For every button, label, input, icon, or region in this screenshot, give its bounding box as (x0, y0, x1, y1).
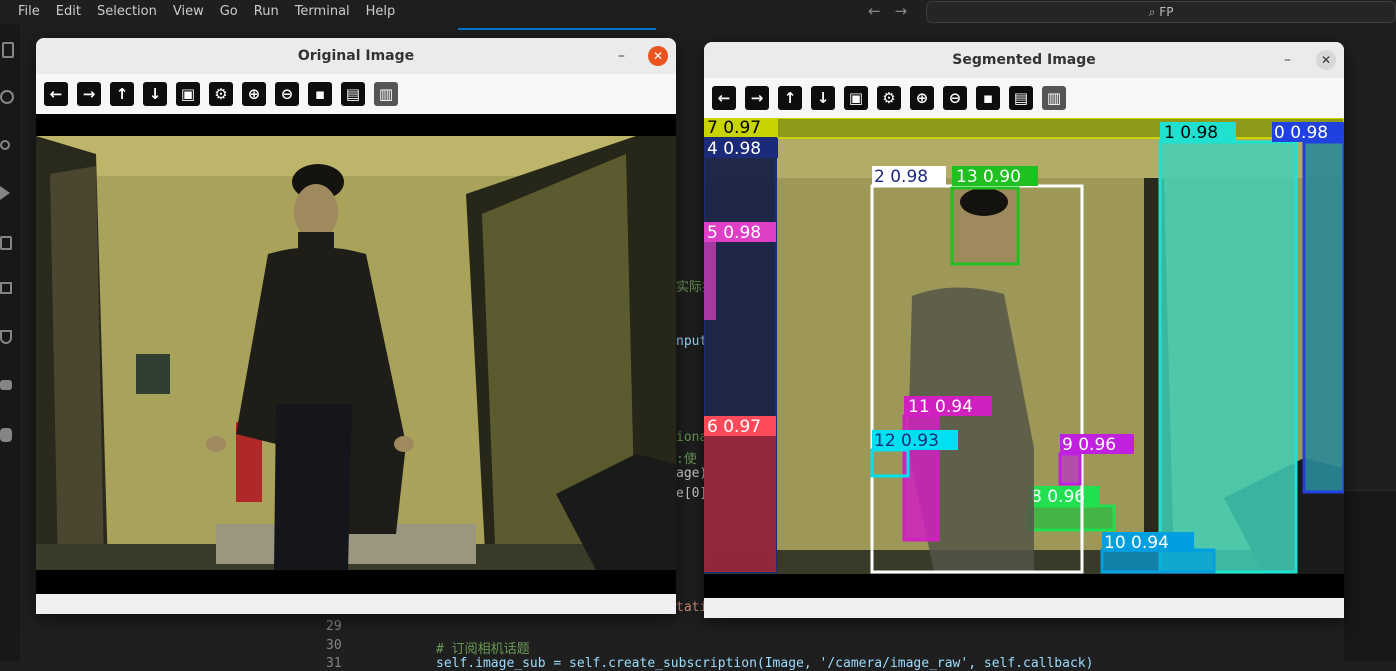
code-snippet: nput (676, 334, 708, 349)
menu-file[interactable]: File (0, 0, 48, 24)
search-sidebar-icon[interactable] (0, 90, 14, 104)
minimize-icon[interactable]: – (618, 48, 625, 64)
detection-label: 13 0.90 (956, 167, 1021, 187)
segmented-status-strip (704, 598, 1344, 618)
testing-icon[interactable] (0, 330, 12, 344)
clipboard-icon[interactable]: ▤ (341, 82, 365, 106)
nav-arrows: ← → (868, 2, 907, 20)
properties-icon[interactable]: ▥ (1042, 86, 1066, 110)
original-status-strip (36, 594, 676, 614)
segmented-image: 7 0.97 4 0.98 5 0.98 6 0.97 1 0.98 0 0.9… (704, 117, 1344, 598)
menu-help[interactable]: Help (358, 0, 404, 24)
code-snippet: e[0] (676, 486, 708, 501)
clipboard-icon[interactable]: ▤ (1009, 86, 1033, 110)
line-number: 31 (326, 656, 342, 671)
original-image-canvas (36, 114, 676, 594)
menu-go[interactable]: Go (212, 0, 246, 24)
properties-icon[interactable]: ▥ (374, 82, 398, 106)
detection-label: 7 0.97 (707, 118, 761, 138)
segmented-window-toolbar: ← → ↑ ↓ ▣ ⚙ ⊕ ⊖ ▪ ▤ ▥ (704, 78, 1344, 118)
detection-label: 10 0.94 (1104, 533, 1169, 553)
code-line: self.image_sub = self.create_subscriptio… (436, 656, 1094, 671)
activity-bar (0, 24, 20, 662)
image-icon[interactable]: ▣ (176, 82, 200, 106)
original-window-toolbar: ← → ↑ ↓ ▣ ⚙ ⊕ ⊖ ▪ ▤ ▥ (36, 74, 676, 114)
arrow-down-icon[interactable]: ↓ (811, 86, 835, 110)
segmented-window-title: Segmented Image (952, 52, 1096, 68)
menu-edit[interactable]: Edit (48, 0, 89, 24)
arrow-left-icon[interactable]: ← (712, 86, 736, 110)
save-icon[interactable]: ▪ (308, 82, 332, 106)
explorer-icon[interactable] (2, 42, 14, 58)
detection-label: 0 0.98 (1274, 123, 1328, 143)
remote-icon[interactable] (0, 236, 12, 250)
source-control-icon[interactable] (0, 140, 10, 150)
menu-terminal[interactable]: Terminal (287, 0, 358, 24)
original-image-window: Original Image – ✕ ← → ↑ ↓ ▣ ⚙ ⊕ ⊖ ▪ ▤ ▥ (36, 38, 676, 614)
close-icon[interactable]: ✕ (1316, 50, 1336, 70)
code-snippet: iona (676, 430, 708, 445)
code-comment: # 订阅相机话题 (436, 642, 530, 657)
detection-label: 12 0.93 (874, 431, 939, 451)
extensions-icon[interactable] (0, 282, 12, 294)
zoom-in-icon[interactable]: ⊕ (910, 86, 934, 110)
arrow-down-icon[interactable]: ↓ (143, 82, 167, 106)
image-settings-icon[interactable]: ⚙ (877, 86, 901, 110)
original-window-title: Original Image (297, 48, 415, 64)
line-number: 30 (326, 638, 342, 653)
side-panel (1344, 490, 1396, 662)
detection-label: 4 0.98 (707, 139, 761, 159)
command-center-search[interactable]: ⌕ FP (926, 1, 1396, 23)
detection-label: 9 0.96 (1062, 435, 1116, 455)
code-snippet: :使 (676, 452, 697, 467)
detection-label: 1 0.98 (1164, 123, 1218, 143)
code-snippet: age) (676, 466, 708, 481)
code-snippet: tati (676, 600, 708, 615)
segmented-window-titlebar[interactable]: Segmented Image – ✕ (704, 42, 1344, 78)
python-icon[interactable] (0, 428, 12, 442)
arrow-up-icon[interactable]: ↑ (778, 86, 802, 110)
zoom-in-icon[interactable]: ⊕ (242, 82, 266, 106)
menu-run[interactable]: Run (246, 0, 287, 24)
menu-view[interactable]: View (165, 0, 212, 24)
nav-forward-icon[interactable]: → (895, 2, 908, 20)
detection-label: 5 0.98 (707, 223, 761, 243)
minimize-icon[interactable]: – (1284, 52, 1291, 68)
close-icon[interactable]: ✕ (648, 46, 668, 66)
active-tab-indicator (458, 28, 656, 30)
zoom-out-icon[interactable]: ⊖ (275, 82, 299, 106)
menu-selection[interactable]: Selection (89, 0, 165, 24)
search-text: FP (1159, 5, 1174, 19)
line-number: 29 (326, 619, 342, 634)
detection-label: 8 0.96 (1031, 487, 1085, 507)
arrow-up-icon[interactable]: ↑ (110, 82, 134, 106)
image-icon[interactable]: ▣ (844, 86, 868, 110)
run-debug-icon[interactable] (0, 186, 10, 200)
detection-label: 6 0.97 (707, 417, 761, 437)
original-window-titlebar[interactable]: Original Image – ✕ (36, 38, 676, 74)
docker-icon[interactable] (0, 380, 12, 390)
segmented-image-canvas: 7 0.97 4 0.98 5 0.98 6 0.97 1 0.98 0 0.9… (704, 117, 1344, 598)
save-icon[interactable]: ▪ (976, 86, 1000, 110)
arrow-left-icon[interactable]: ← (44, 82, 68, 106)
nav-back-icon[interactable]: ← (868, 2, 881, 20)
zoom-out-icon[interactable]: ⊖ (943, 86, 967, 110)
search-icon: ⌕ (1148, 4, 1156, 19)
segmented-image-window: Segmented Image – ✕ ← → ↑ ↓ ▣ ⚙ ⊕ ⊖ ▪ ▤ ▥ 7 0.97 4… (704, 42, 1344, 618)
detection-label: 2 0.98 (874, 167, 928, 187)
arrow-right-icon[interactable]: → (745, 86, 769, 110)
original-image (36, 114, 676, 594)
image-settings-icon[interactable]: ⚙ (209, 82, 233, 106)
detection-label: 11 0.94 (908, 397, 973, 417)
arrow-right-icon[interactable]: → (77, 82, 101, 106)
